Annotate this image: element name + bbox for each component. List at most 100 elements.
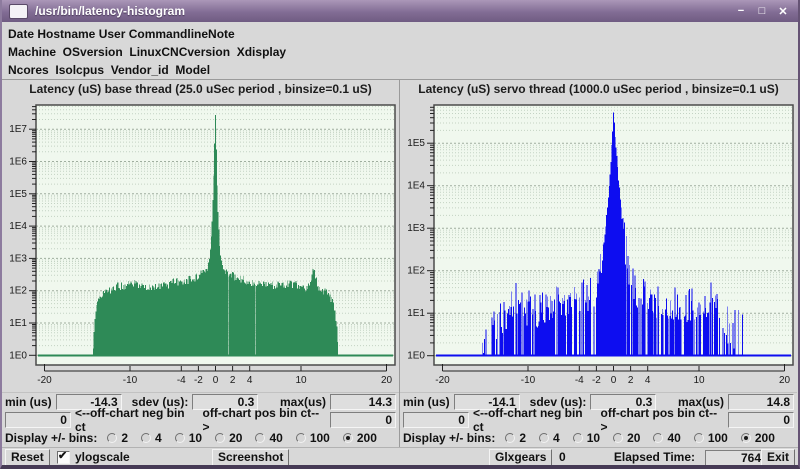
- svg-text:20: 20: [779, 375, 791, 386]
- display-bins-label: Display +/- bins:: [403, 431, 495, 445]
- maximize-button[interactable]: □: [755, 5, 769, 18]
- minimize-button[interactable]: −: [734, 5, 748, 18]
- bins-radio-20[interactable]: 20: [613, 431, 640, 445]
- radio-icon: [539, 433, 549, 443]
- titlebar: /usr/bin/latency-histogram − □ ✕: [0, 0, 800, 22]
- window-icon: [9, 4, 28, 19]
- svg-text:-4: -4: [575, 375, 584, 386]
- radio-icon: [613, 433, 623, 443]
- radio-icon: [107, 433, 117, 443]
- svg-text:-2: -2: [194, 375, 203, 386]
- bins-radio-10[interactable]: 10: [573, 431, 600, 445]
- bins-radio-100[interactable]: 100: [694, 431, 728, 445]
- app-window: /usr/bin/latency-histogram − □ ✕ Date Ho…: [0, 0, 800, 469]
- svg-text:0: 0: [213, 375, 219, 386]
- reset-button[interactable]: Reset: [5, 449, 50, 467]
- svg-text:10: 10: [693, 375, 705, 386]
- svg-text:1E5: 1E5: [9, 189, 27, 200]
- window-title: /usr/bin/latency-histogram: [35, 4, 185, 18]
- svg-text:1E4: 1E4: [9, 221, 27, 232]
- svg-text:20: 20: [381, 375, 393, 386]
- servo-thread-chart-title: Latency (uS) servo thread (1000.0 uSec p…: [400, 80, 797, 98]
- bins-radio-10[interactable]: 10: [175, 431, 202, 445]
- svg-text:1E0: 1E0: [9, 350, 27, 361]
- svg-text:4: 4: [247, 375, 253, 386]
- svg-text:-10: -10: [123, 375, 138, 386]
- bins-radio-40[interactable]: 40: [653, 431, 680, 445]
- svg-text:1E1: 1E1: [407, 308, 425, 319]
- bins-radio-group: 24 10 20 40 100 200: [505, 431, 775, 445]
- neg-offchart-field[interactable]: 0: [5, 412, 71, 428]
- bins-radio-200[interactable]: 200: [343, 431, 377, 445]
- servo-thread-stats: min (us) -14.1 sdev (us): 0.3 max(us) 14…: [400, 392, 797, 447]
- svg-text:1E1: 1E1: [9, 318, 27, 329]
- radio-icon: [175, 433, 185, 443]
- bins-radio-40[interactable]: 40: [255, 431, 282, 445]
- svg-text:4: 4: [645, 375, 651, 386]
- neg-offchart-field[interactable]: 0: [403, 412, 469, 428]
- min-label: min (us): [403, 395, 450, 409]
- radio-icon: [505, 433, 515, 443]
- ylogscale-checkbox[interactable]: ✔: [57, 451, 70, 464]
- bins-radio-20[interactable]: 20: [215, 431, 242, 445]
- base-thread-chart-title: Latency (uS) base thread (25.0 uSec peri…: [2, 80, 399, 98]
- svg-text:-4: -4: [177, 375, 186, 386]
- pos-offchart-label: off-chart pos bin ct-->: [203, 406, 327, 434]
- neg-offchart-label: <--off-chart neg bin ct: [75, 406, 199, 434]
- neg-offchart-label: <--off-chart neg bin ct: [473, 406, 597, 434]
- bins-radio-group: 24 10 20 40 100 200: [107, 431, 377, 445]
- base-thread-panel: Latency (uS) base thread (25.0 uSec peri…: [2, 80, 400, 447]
- radio-icon: [343, 433, 353, 443]
- glxgears-button[interactable]: Glxgears: [489, 449, 552, 467]
- elapsed-time-field[interactable]: 764: [705, 450, 765, 466]
- svg-text:1E2: 1E2: [407, 266, 425, 277]
- bins-radio-2[interactable]: 2: [107, 431, 128, 445]
- radio-icon: [741, 433, 751, 443]
- bins-radio-200[interactable]: 200: [741, 431, 775, 445]
- base-thread-histogram: 1E01E11E21E31E41E51E61E7-20-10-4-2024102…: [2, 98, 399, 391]
- pos-offchart-label: off-chart pos bin ct-->: [601, 406, 725, 434]
- screenshot-button[interactable]: Screenshot: [212, 449, 289, 467]
- close-button[interactable]: ✕: [776, 5, 790, 18]
- exit-button[interactable]: Exit: [761, 449, 795, 467]
- header-line-2: Machine OSversion LinuxCNCversion Xdispl…: [8, 45, 286, 59]
- svg-text:0: 0: [611, 375, 617, 386]
- bins-radio-4[interactable]: 4: [539, 431, 560, 445]
- pos-offchart-field[interactable]: 0: [728, 412, 794, 428]
- svg-text:-20: -20: [37, 375, 52, 386]
- elapsed-time-label: Elapsed Time:: [614, 450, 695, 464]
- svg-text:1E0: 1E0: [407, 351, 425, 362]
- bottom-toolbar: Reset ✔ ylogscale Screenshot Glxgears 0 …: [2, 447, 798, 467]
- ylogscale-label: ylogscale: [75, 450, 130, 464]
- pos-offchart-field[interactable]: 0: [330, 412, 396, 428]
- glxgears-count: 0: [559, 450, 566, 464]
- bins-radio-100[interactable]: 100: [296, 431, 330, 445]
- svg-text:1E6: 1E6: [9, 157, 27, 168]
- header-line-1: Date Hostname User CommandlineNote: [8, 27, 235, 41]
- svg-text:1E7: 1E7: [9, 124, 27, 135]
- svg-text:2: 2: [230, 375, 236, 386]
- svg-text:1E3: 1E3: [9, 253, 27, 264]
- radio-icon: [653, 433, 663, 443]
- min-label: min (us): [5, 395, 52, 409]
- svg-text:2: 2: [628, 375, 634, 386]
- svg-text:1E4: 1E4: [407, 181, 425, 192]
- header-line-3: Ncores Isolcpus Vendor_id Model: [8, 63, 210, 77]
- radio-icon: [141, 433, 151, 443]
- bins-radio-4[interactable]: 4: [141, 431, 162, 445]
- radio-icon: [296, 433, 306, 443]
- bins-radio-2[interactable]: 2: [505, 431, 526, 445]
- check-icon: ✔: [58, 449, 67, 462]
- svg-text:1E3: 1E3: [407, 223, 425, 234]
- radio-icon: [215, 433, 225, 443]
- display-bins-label: Display +/- bins:: [5, 431, 97, 445]
- svg-text:10: 10: [295, 375, 307, 386]
- base-thread-stats: min (us) -14.3 sdev (us): 0.3 max(us) 14…: [2, 392, 399, 447]
- radio-icon: [573, 433, 583, 443]
- servo-thread-panel: Latency (uS) servo thread (1000.0 uSec p…: [400, 80, 797, 447]
- svg-text:1E5: 1E5: [407, 138, 425, 149]
- svg-text:1E2: 1E2: [9, 286, 27, 297]
- servo-thread-histogram: 1E01E11E21E31E41E5-20-10-4-20241020: [400, 98, 797, 391]
- radio-icon: [694, 433, 704, 443]
- svg-text:-10: -10: [521, 375, 536, 386]
